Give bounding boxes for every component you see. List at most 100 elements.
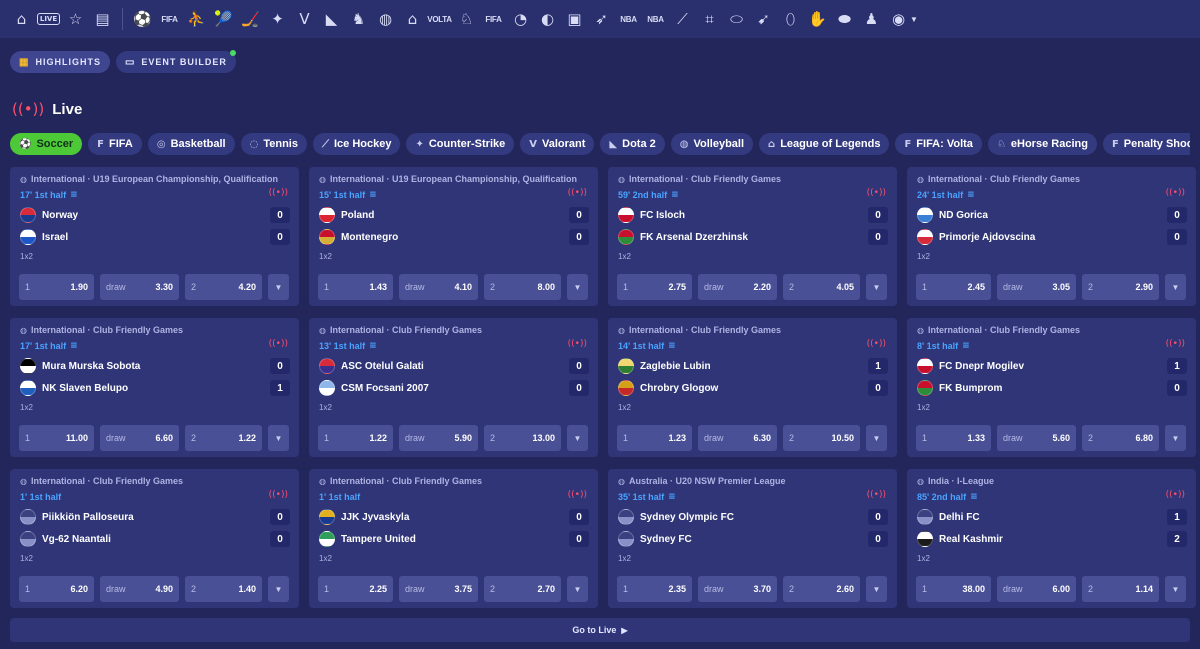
- soccer-icon[interactable]: ⚽: [129, 0, 156, 38]
- more-markets-button[interactable]: ▼: [268, 576, 289, 602]
- chevron-down-icon[interactable]: ▼: [910, 15, 918, 24]
- odd-home-button[interactable]: 1 1.22: [318, 425, 393, 451]
- fifa-volta-icon[interactable]: VOLTA: [426, 0, 453, 38]
- odd-draw-button[interactable]: draw 4.90: [100, 576, 179, 602]
- live-stream-icon[interactable]: ((•)): [568, 188, 587, 198]
- odd-away-button[interactable]: 2 4.20: [185, 274, 262, 300]
- odd-home-button[interactable]: 1 2.25: [318, 576, 393, 602]
- match-card[interactable]: ◍ India · I-League 85' 2nd half ≡ ((•)) Delhi…: [907, 469, 1196, 608]
- nba-icon[interactable]: NBA: [615, 0, 642, 38]
- more-markets-button[interactable]: ▼: [1165, 576, 1186, 602]
- odd-away-button[interactable]: 2 8.00: [484, 274, 561, 300]
- tennis-icon[interactable]: 🎾: [210, 0, 237, 38]
- more-markets-button[interactable]: ▼: [866, 576, 887, 602]
- more-sports-icon[interactable]: ◉: [885, 0, 912, 38]
- live-stream-icon[interactable]: ((•)): [867, 339, 886, 349]
- odd-home-button[interactable]: 1 1.33: [916, 425, 991, 451]
- live-stream-icon[interactable]: ((•)): [568, 339, 587, 349]
- odd-draw-button[interactable]: draw 3.30: [100, 274, 179, 300]
- more-markets-button[interactable]: ▼: [866, 425, 887, 451]
- event-builder-button[interactable]: ▭ EVENT BUILDER: [115, 50, 236, 73]
- more-markets-button[interactable]: ▼: [866, 274, 887, 300]
- fifa-icon[interactable]: FIFA: [156, 0, 183, 38]
- highlights-button[interactable]: ▦ HIGHLIGHTS: [10, 51, 110, 73]
- live-stream-icon[interactable]: ((•)): [269, 339, 288, 349]
- odd-away-button[interactable]: 2 2.60: [783, 576, 860, 602]
- odd-away-button[interactable]: 2 1.40: [185, 576, 262, 602]
- odd-home-button[interactable]: 1 11.00: [19, 425, 94, 451]
- tab-fifa-volta[interactable]: F FIFA: Volta: [895, 133, 982, 155]
- handball-icon[interactable]: ✋: [804, 0, 831, 38]
- odd-draw-button[interactable]: draw 5.60: [997, 425, 1076, 451]
- volleyball-icon[interactable]: ◍: [372, 0, 399, 38]
- tab-valorant[interactable]: V Valorant: [520, 133, 595, 155]
- odd-away-button[interactable]: 2 13.00: [484, 425, 561, 451]
- stats-icon[interactable]: ≡: [369, 190, 377, 200]
- tab-volleyball[interactable]: ◍ Volleyball: [670, 133, 754, 155]
- tab-ehorse-racing[interactable]: ♘ eHorse Racing: [987, 133, 1097, 155]
- match-card[interactable]: ◍ International · Club Friendly Games 24' …: [907, 167, 1196, 306]
- odd-draw-button[interactable]: draw 6.30: [698, 425, 777, 451]
- odd-away-button[interactable]: 2 2.90: [1082, 274, 1159, 300]
- more-markets-button[interactable]: ▼: [567, 576, 588, 602]
- counter-strike-icon[interactable]: ✦: [264, 0, 291, 38]
- more-markets-button[interactable]: ▼: [567, 274, 588, 300]
- tab-fifa[interactable]: F FIFA: [88, 133, 142, 155]
- more-markets-button[interactable]: ▼: [1165, 425, 1186, 451]
- match-card[interactable]: ◍ International · U19 European Championsh…: [10, 167, 299, 306]
- match-card[interactable]: ◍ International · Club Friendly Games 59' …: [608, 167, 897, 306]
- odd-away-button[interactable]: 2 1.14: [1082, 576, 1159, 602]
- live-stream-icon[interactable]: ((•)): [867, 490, 886, 500]
- odd-away-button[interactable]: 2 2.70: [484, 576, 561, 602]
- stats-icon[interactable]: ≡: [962, 341, 970, 351]
- live-stream-icon[interactable]: ((•)): [867, 188, 886, 198]
- odd-draw-button[interactable]: draw 6.60: [100, 425, 179, 451]
- tab-ice-hockey[interactable]: ⟋ Ice Hockey: [312, 133, 401, 155]
- star-icon[interactable]: ☆: [62, 0, 89, 38]
- stats-icon[interactable]: ≡: [668, 492, 676, 502]
- odd-draw-button[interactable]: draw 5.90: [399, 425, 478, 451]
- stats-icon[interactable]: ≡: [70, 341, 78, 351]
- odd-away-button[interactable]: 2 4.05: [783, 274, 860, 300]
- badminton-icon[interactable]: ➹: [750, 0, 777, 38]
- match-card[interactable]: ◍ International · Club Friendly Games 8' 1…: [907, 318, 1196, 457]
- australian-football-icon[interactable]: ⬯: [777, 0, 804, 38]
- match-card[interactable]: ◍ International · Club Friendly Games 1' 1…: [309, 469, 598, 608]
- go-to-live-button[interactable]: Go to Live ▶: [10, 618, 1190, 642]
- odd-away-button[interactable]: 2 6.80: [1082, 425, 1159, 451]
- match-card[interactable]: ◍ International · Club Friendly Games 13' …: [309, 318, 598, 457]
- rugby-icon[interactable]: ⬭: [723, 0, 750, 38]
- betslip-icon[interactable]: ▤: [89, 0, 116, 38]
- odd-home-button[interactable]: 1 1.23: [617, 425, 692, 451]
- live-stream-icon[interactable]: ((•)): [1166, 188, 1185, 198]
- odd-draw-button[interactable]: draw 6.00: [997, 576, 1076, 602]
- match-card[interactable]: ◍ International · Club Friendly Games 1' 1…: [10, 469, 299, 608]
- odd-draw-button[interactable]: draw 4.10: [399, 274, 478, 300]
- horse-racing-icon[interactable]: ♘: [453, 0, 480, 38]
- match-card[interactable]: ◍ International · U19 European Championsh…: [309, 167, 598, 306]
- valorant-icon[interactable]: V: [291, 0, 318, 38]
- live-stream-icon[interactable]: ((•)): [269, 188, 288, 198]
- odd-draw-button[interactable]: draw 3.70: [698, 576, 777, 602]
- tab-penalty-shootout[interactable]: F Penalty Shootout: [1102, 133, 1190, 155]
- odd-home-button[interactable]: 1 38.00: [916, 576, 991, 602]
- stats-icon[interactable]: ≡: [970, 492, 978, 502]
- match-card[interactable]: ◍ International · Club Friendly Games 17' …: [10, 318, 299, 457]
- more-markets-button[interactable]: ▼: [268, 274, 289, 300]
- tab-dota-2[interactable]: ◣ Dota 2: [600, 133, 665, 155]
- odd-draw-button[interactable]: draw 2.20: [698, 274, 777, 300]
- stats-icon[interactable]: ≡: [668, 341, 676, 351]
- american-football-icon[interactable]: ⬬: [831, 0, 858, 38]
- tab-soccer[interactable]: ⚽ Soccer: [10, 133, 83, 155]
- tab-counter-strike[interactable]: ✦ Counter-Strike: [406, 133, 515, 155]
- home-icon[interactable]: ⌂: [8, 0, 35, 38]
- odd-home-button[interactable]: 1 2.45: [916, 274, 991, 300]
- sprint-icon[interactable]: ➶: [588, 0, 615, 38]
- live-stream-icon[interactable]: ((•)): [568, 490, 587, 500]
- cricket-icon[interactable]: ◔: [507, 0, 534, 38]
- bat-icon[interactable]: ⟋: [669, 0, 696, 38]
- live-stream-icon[interactable]: ((•)): [269, 490, 288, 500]
- more-markets-button[interactable]: ▼: [567, 425, 588, 451]
- odd-away-button[interactable]: 2 10.50: [783, 425, 860, 451]
- odd-home-button[interactable]: 1 2.75: [617, 274, 692, 300]
